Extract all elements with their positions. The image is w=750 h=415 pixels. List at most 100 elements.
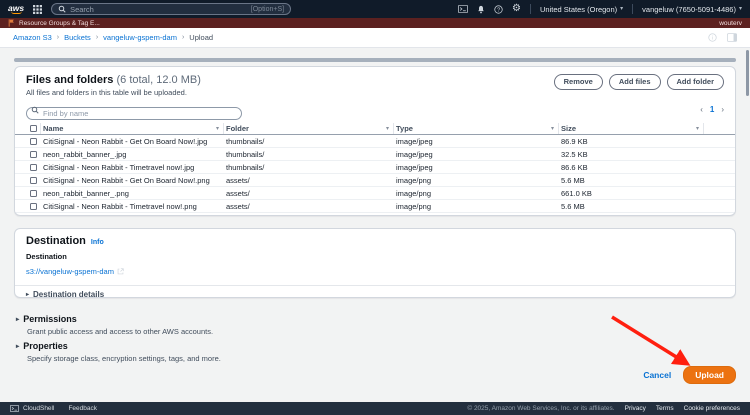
table-header-row: Name ▾ Folder ▾ Type ▾ Size ▾	[15, 123, 735, 135]
pagination-current-page[interactable]: 1	[710, 105, 714, 114]
copyright-text: © 2025, Amazon Web Services, Inc. or its…	[467, 405, 615, 412]
breadcrumb-separator: ›	[181, 34, 185, 41]
destination-bucket-link[interactable]: s3://vangeluw-gspem-dam	[26, 267, 124, 276]
cell-size: 5.6 MB	[561, 175, 585, 185]
global-search-input[interactable]: Search [Option+S]	[51, 3, 292, 15]
table-row[interactable]: CitiSignal - Neon Rabbit - Get On Board …	[15, 174, 735, 187]
destination-field-label: Destination	[26, 252, 67, 261]
cell-file-name: CitiSignal - Neon Rabbit - Get On Board …	[43, 136, 208, 146]
cell-size: 86.9 KB	[561, 136, 588, 146]
files-card-title: Files and folders	[26, 74, 114, 86]
row-checkbox[interactable]	[30, 150, 37, 158]
breadcrumb-current-upload: Upload	[189, 33, 214, 42]
permissions-expander[interactable]: ▸ Permissions	[16, 314, 213, 324]
upload-button[interactable]: Upload	[683, 366, 736, 384]
cell-size: 5.6 MB	[561, 201, 585, 211]
column-header-folder[interactable]: Folder ▾	[224, 123, 394, 134]
cell-file-name: CitiSignal - Neon Rabbit - Timetravel no…	[43, 162, 195, 172]
table-row[interactable]: CitiSignal - Neon Rabbit - Get On Board …	[15, 135, 735, 148]
breadcrumb-separator: ›	[56, 34, 60, 41]
services-grid-icon[interactable]	[33, 4, 43, 14]
add-folder-button[interactable]: Add folder	[666, 74, 724, 90]
permissions-description: Grant public access and access to other …	[27, 327, 214, 336]
help-icon[interactable]: ?	[494, 4, 503, 14]
column-header-name[interactable]: Name ▾	[41, 123, 224, 134]
pagination: ‹ 1 ›	[700, 105, 724, 114]
table-row[interactable]: neon_rabbit_banner_.png assets/ image/pn…	[15, 187, 735, 200]
destination-details-expander[interactable]: ▸ Destination details	[26, 290, 724, 298]
pagination-next-button[interactable]: ›	[721, 105, 724, 114]
terms-link[interactable]: Terms	[656, 405, 674, 412]
aws-logo-smile	[10, 11, 22, 15]
table-row[interactable]: CitiSignal - Neon Rabbit - Timetravel no…	[15, 200, 735, 213]
vertical-scrollbar[interactable]	[746, 50, 749, 96]
chevron-down-icon: ▾	[738, 6, 742, 12]
pagination-prev-button[interactable]: ‹	[700, 105, 703, 114]
table-row[interactable]: neon_rabbit_banner_.jpg thumbnails/ imag…	[15, 148, 735, 161]
row-checkbox[interactable]	[30, 163, 37, 171]
favorites-user-label: wouterv	[719, 19, 742, 27]
destination-details-title: Destination details	[33, 290, 105, 298]
cell-type: image/png	[396, 188, 432, 198]
info-circle-icon[interactable]: i	[708, 33, 717, 42]
feedback-link[interactable]: Feedback	[68, 405, 97, 412]
destination-card-title: Destination	[26, 235, 86, 247]
svg-text:?: ?	[497, 7, 500, 13]
find-by-name-input[interactable]	[26, 107, 242, 120]
account-menu[interactable]: vangeluw (7650-5091-4486) ▾	[642, 5, 742, 14]
add-files-button[interactable]: Add files	[608, 74, 661, 90]
column-header-type[interactable]: Type ▾	[394, 123, 559, 134]
top-navigation: aws Search [Option+S] ? ⚙ United States …	[0, 0, 750, 18]
files-table: Name ▾ Folder ▾ Type ▾ Size ▾ CitiSignal - N…	[15, 123, 735, 213]
row-checkbox[interactable]	[30, 202, 37, 210]
cookie-preferences-link[interactable]: Cookie preferences	[684, 405, 740, 412]
properties-expander[interactable]: ▸ Properties	[16, 341, 221, 351]
cell-type: image/jpeg	[396, 162, 433, 172]
destination-card: Destination Info Destination s3://vangel…	[14, 228, 736, 298]
terminal-icon	[10, 405, 19, 412]
region-selector[interactable]: United States (Oregon) ▾	[540, 5, 623, 14]
horizontal-scrollbar-thumb[interactable]	[14, 58, 736, 62]
aws-logo[interactable]: aws	[8, 4, 24, 15]
chevron-down-icon: ▾	[620, 6, 624, 12]
breadcrumb-amazon-s3[interactable]: Amazon S3	[13, 33, 52, 42]
cell-folder: assets/	[226, 188, 250, 198]
horizontal-scrollbar[interactable]	[14, 58, 736, 62]
properties-description: Specify storage class, encryption settin…	[27, 354, 221, 363]
privacy-link[interactable]: Privacy	[625, 405, 646, 412]
settings-gear-icon[interactable]: ⚙	[512, 4, 521, 14]
cell-type: image/jpeg	[396, 136, 433, 146]
properties-title: Properties	[23, 341, 68, 351]
column-header-size[interactable]: Size ▾	[559, 123, 704, 134]
info-link[interactable]: Info	[91, 239, 104, 246]
search-placeholder-text: Search	[70, 4, 94, 14]
cell-folder: thumbnails/	[226, 162, 265, 172]
cloudshell-toggle[interactable]: CloudShell	[10, 405, 54, 412]
cloudshell-label: CloudShell	[23, 405, 55, 412]
cell-size: 86.6 KB	[561, 162, 588, 172]
divider	[632, 4, 634, 14]
breadcrumb-buckets[interactable]: Buckets	[64, 33, 91, 42]
sort-icon: ▾	[695, 126, 699, 132]
favorites-item-resource-groups[interactable]: Resource Groups & Tag E...	[19, 20, 100, 27]
breadcrumb: Amazon S3 › Buckets › vangeluw-gspem-dam…	[0, 28, 750, 48]
permissions-title: Permissions	[23, 314, 77, 324]
notifications-bell-icon[interactable]	[477, 5, 485, 14]
cell-folder: assets/	[226, 175, 250, 185]
cell-file-name: neon_rabbit_banner_.png	[43, 188, 129, 198]
cell-type: image/png	[396, 175, 432, 185]
remove-button[interactable]: Remove	[553, 74, 603, 90]
cell-folder: assets/	[226, 201, 250, 211]
cloudshell-icon[interactable]	[458, 5, 469, 13]
table-row[interactable]: CitiSignal - Neon Rabbit - Timetravel no…	[15, 161, 735, 174]
select-all-checkbox[interactable]	[30, 125, 37, 132]
cell-type: image/jpeg	[396, 149, 433, 159]
breadcrumb-separator: ›	[95, 34, 99, 41]
permissions-section: ▸ Permissions Grant public access and ac…	[16, 314, 213, 336]
cancel-button[interactable]: Cancel	[643, 370, 671, 380]
side-panel-icon[interactable]	[727, 33, 737, 42]
row-checkbox[interactable]	[30, 189, 37, 197]
row-checkbox[interactable]	[30, 176, 37, 184]
row-checkbox[interactable]	[30, 137, 37, 145]
breadcrumb-bucket-name[interactable]: vangeluw-gspem-dam	[103, 33, 177, 42]
